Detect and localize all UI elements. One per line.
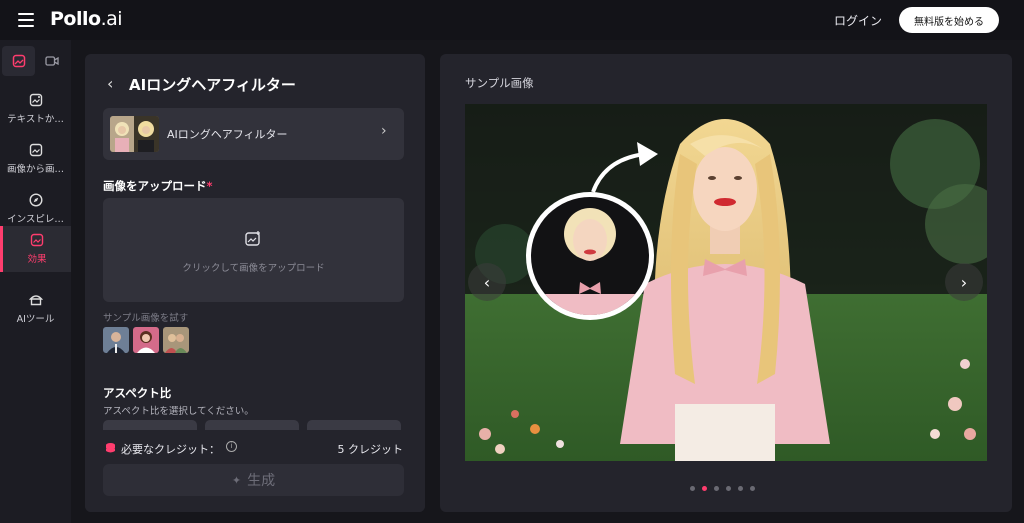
aspect-option-1[interactable] (103, 420, 197, 430)
upload-label-text: 画像をアップロード (103, 179, 207, 193)
filter-name: AIロングヘアフィルター (167, 128, 288, 141)
tab-video[interactable] (35, 46, 68, 76)
back-icon[interactable]: ‹ (107, 74, 113, 93)
sidebar-item-ai-tools[interactable]: AIツール (0, 286, 71, 332)
carousel-dot[interactable] (750, 486, 755, 491)
carousel-dot[interactable] (738, 486, 743, 491)
sidebar-item-label: AIツール (16, 314, 55, 325)
start-free-button[interactable]: 無料版を始める (899, 7, 999, 33)
sample-label: サンプル画像を試す (103, 313, 189, 324)
top-bar: Pollo.ai ログイン 無料版を始める (0, 0, 1024, 40)
carousel-dot[interactable] (690, 486, 695, 491)
logo-domain: .ai (100, 8, 123, 30)
sample-image-preview (465, 104, 987, 461)
aspect-ratio-label: アスペクト比 (103, 386, 172, 400)
upload-image-icon (245, 231, 260, 246)
sidebar-item-label: 画像から画… (6, 164, 64, 175)
coins-icon (106, 443, 115, 453)
ai-tools-icon (28, 295, 43, 306)
sidebar-mode-tabs (2, 46, 69, 76)
carousel-dot[interactable] (714, 486, 719, 491)
aspect-ratio-hint: アスペクト比を選択してください。 (103, 406, 254, 417)
upload-label: 画像をアップロード* (103, 178, 213, 194)
image-to-image-icon (29, 143, 42, 157)
tab-image[interactable] (2, 46, 35, 76)
preview-title: サンプル画像 (465, 76, 534, 90)
credits-footer: 必要なクレジット： i 5 クレジット ✦ 生成 (85, 430, 425, 512)
text-to-image-icon (29, 93, 42, 107)
prev-slide-button[interactable]: ‹ (468, 263, 506, 301)
carousel-dot[interactable] (702, 486, 707, 491)
preview-panel: サンプル画像 ‹ › (440, 54, 1012, 512)
sample-image-1[interactable] (103, 327, 129, 353)
filter-thumbnail (110, 116, 159, 152)
credits-label: 必要なクレジット： (121, 443, 220, 456)
info-icon[interactable]: i (226, 441, 237, 452)
sample-image-2[interactable] (133, 327, 159, 353)
video-mode-icon (44, 56, 59, 66)
chevron-right-icon: › (381, 123, 387, 139)
sidebar-item-text-to-image[interactable]: テキストか… (0, 86, 71, 132)
aspect-option-2[interactable] (205, 420, 299, 430)
credits-value: 5 クレジット (337, 443, 404, 456)
upload-dropzone[interactable]: クリックして画像をアップロード (103, 198, 404, 302)
filter-selector[interactable]: AIロングヘアフィルター › (103, 108, 404, 160)
compass-icon (28, 193, 43, 207)
sidebar-item-label: インスピレ… (7, 214, 64, 225)
generate-label: 生成 (247, 472, 276, 488)
logo[interactable]: Pollo.ai (50, 8, 123, 30)
sidebar-item-image-to-image[interactable]: 画像から画… (0, 136, 71, 182)
menu-icon[interactable] (18, 13, 34, 27)
login-link[interactable]: ログイン (834, 12, 882, 29)
required-mark: * (206, 179, 213, 193)
sidebar: テキストか… 画像から画… インスピレ… 効果 AIツール (0, 40, 71, 523)
sidebar-item-label: テキストか… (7, 114, 64, 125)
settings-panel: ‹ AIロングヘアフィルター AIロングヘアフィルター › 画像をアップロード*… (85, 54, 425, 512)
chevron-left-icon: ‹ (483, 272, 491, 292)
sample-images (103, 327, 189, 353)
image-mode-icon (12, 54, 25, 68)
sample-image-3[interactable] (163, 327, 189, 353)
aspect-option-3[interactable] (307, 420, 401, 430)
sidebar-item-label: 効果 (27, 254, 47, 265)
carousel-dots (690, 486, 755, 491)
panel-title: AIロングヘアフィルター (129, 76, 296, 94)
next-slide-button[interactable]: › (945, 263, 983, 301)
sparkle-icon: ✦ (231, 474, 242, 487)
generate-button[interactable]: ✦ 生成 (103, 464, 404, 496)
effects-icon (30, 233, 44, 247)
sidebar-item-effects[interactable]: 効果 (0, 226, 71, 272)
logo-text: Pollo (50, 8, 101, 30)
upload-hint: クリックして画像をアップロード (182, 263, 325, 274)
chevron-right-icon: › (960, 272, 968, 292)
carousel-dot[interactable] (726, 486, 731, 491)
aspect-ratio-options (103, 420, 401, 430)
